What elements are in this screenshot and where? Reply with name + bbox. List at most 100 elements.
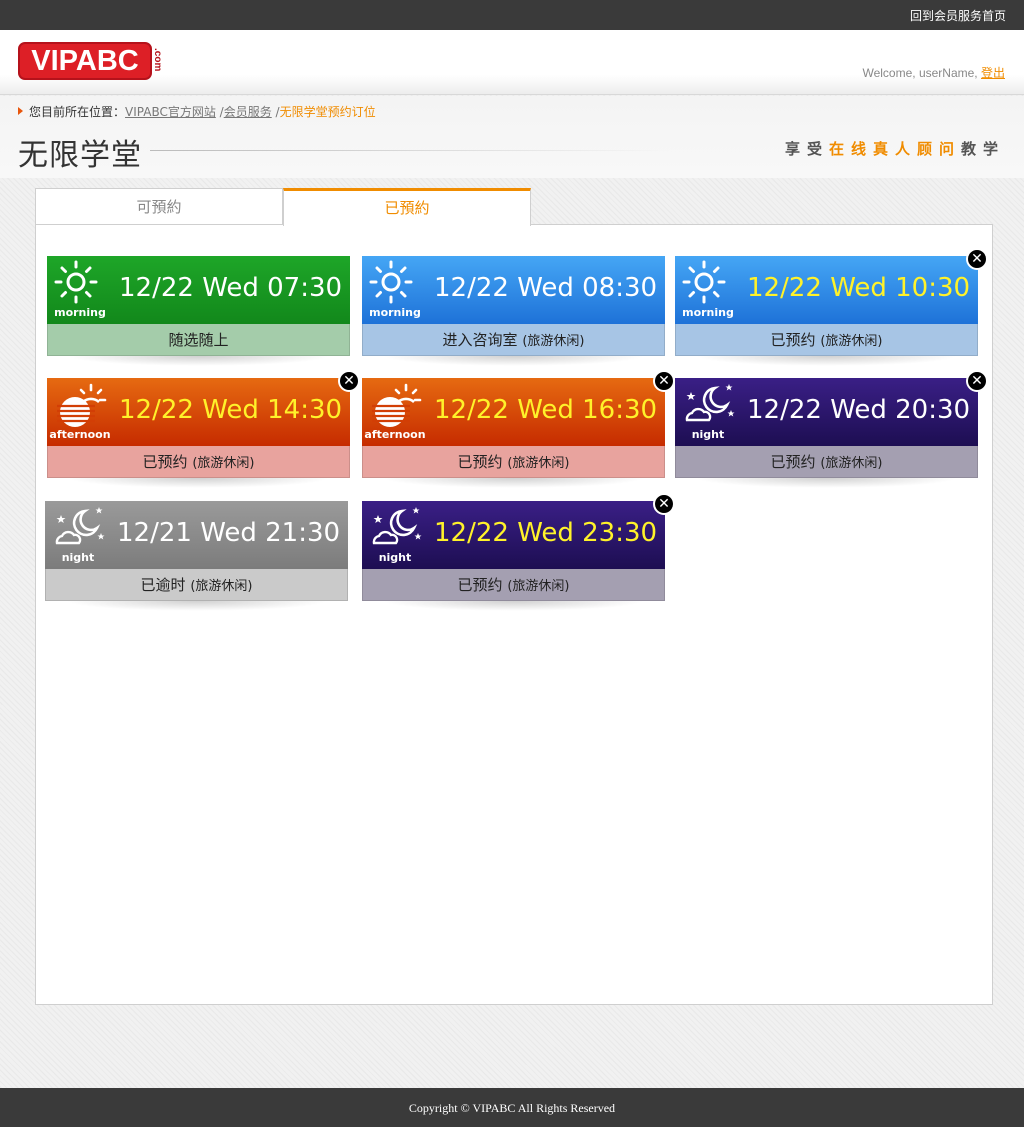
card-status-bar[interactable]: 已预约 (旅游休闲) bbox=[675, 446, 978, 478]
cancel-booking-close-icon[interactable]: ✕ bbox=[966, 248, 988, 270]
card-shadow bbox=[65, 601, 328, 611]
period-label: morning bbox=[54, 306, 106, 319]
sun-icon bbox=[368, 260, 424, 306]
slogan: 享受在线真人顾问教学 bbox=[784, 140, 1005, 158]
topic-note: (旅游休闲) bbox=[522, 334, 585, 349]
title-divider bbox=[150, 150, 670, 151]
session-time: 12/22 Wed 16:30 bbox=[434, 395, 658, 425]
arrow-right-icon bbox=[18, 107, 23, 115]
breadcrumb-prefix: 您目前所在位置： bbox=[29, 105, 126, 119]
session-time: 12/22 Wed 20:30 bbox=[747, 395, 971, 425]
session-time: 12/22 Wed 10:30 bbox=[747, 273, 971, 303]
card-shadow bbox=[382, 356, 645, 366]
status-text: 已预约 bbox=[770, 453, 816, 471]
period-label: morning bbox=[682, 306, 734, 319]
booking-card[interactable]: afternoon 12/22 Wed 14:30 已预约 (旅游休闲) ✕ bbox=[47, 370, 360, 488]
card-status-bar[interactable]: 已预约 (旅游休闲) bbox=[362, 569, 665, 601]
session-time: 12/22 Wed 14:30 bbox=[119, 395, 343, 425]
card-status-bar[interactable]: 已逾时 (旅游休闲) bbox=[45, 569, 348, 601]
top-bar: 回到会员服务首页 bbox=[0, 0, 1024, 30]
sunset-icon bbox=[368, 382, 424, 428]
welcome-text: Welcome, userName, bbox=[862, 66, 978, 80]
card-header: morning 12/22 Wed 10:30 bbox=[675, 256, 978, 324]
topic-note: (旅游休闲) bbox=[820, 456, 883, 471]
cancel-booking-close-icon[interactable]: ✕ bbox=[966, 370, 988, 392]
logo-suffix: .com bbox=[152, 48, 163, 72]
topic-note: (旅游休闲) bbox=[820, 334, 883, 349]
card-status-bar[interactable]: 已预约 (旅游休闲) bbox=[47, 446, 350, 478]
status-text: 已预约 bbox=[142, 453, 188, 471]
status-text: 已预约 bbox=[457, 576, 503, 594]
period-label: morning bbox=[369, 306, 421, 319]
period-label: night bbox=[378, 551, 412, 564]
subheader: 您目前所在位置：VIPABC官方网站 /会员服务 /无限学堂预约订位 无限学堂 … bbox=[0, 96, 1024, 178]
breadcrumb: 您目前所在位置：VIPABC官方网站 /会员服务 /无限学堂预约订位 bbox=[18, 103, 376, 120]
card-status-bar[interactable]: 已预约 (旅游休闲) bbox=[675, 324, 978, 356]
header: VIPABC .com Welcome, userName, 登出 bbox=[0, 30, 1024, 95]
card-header: afternoon 12/22 Wed 14:30 bbox=[47, 378, 350, 446]
session-time: 12/22 Wed 08:30 bbox=[434, 273, 658, 303]
booked-panel: morning 12/22 Wed 07:30 随选随上 morning 12/22 W… bbox=[35, 224, 993, 1005]
status-text: 随选随上 bbox=[168, 331, 229, 349]
booking-card[interactable]: afternoon 12/22 Wed 16:30 已预约 (旅游休闲) ✕ bbox=[362, 370, 675, 488]
sun-icon bbox=[53, 260, 109, 306]
sun-icon bbox=[681, 260, 737, 306]
card-header: morning 12/22 Wed 07:30 bbox=[47, 256, 350, 324]
sunset-icon bbox=[53, 382, 109, 428]
status-text: 进入咨询室 bbox=[442, 331, 518, 349]
card-shadow bbox=[695, 478, 958, 488]
booking-card[interactable]: morning 12/22 Wed 07:30 随选随上 bbox=[47, 256, 350, 366]
card-shadow bbox=[382, 478, 645, 488]
period-label: afternoon bbox=[364, 428, 426, 441]
card-status-bar[interactable]: 随选随上 bbox=[47, 324, 350, 356]
tab-available[interactable]: 可預約 bbox=[35, 188, 283, 225]
card-status-bar[interactable]: 已预约 (旅游休闲) bbox=[362, 446, 665, 478]
booking-card[interactable]: morning 12/22 Wed 10:30 已预约 (旅游休闲) ✕ bbox=[675, 248, 988, 366]
status-text: 已预约 bbox=[770, 331, 816, 349]
breadcrumb-home-link[interactable]: VIPABC官方网站 bbox=[125, 105, 216, 119]
session-time: 12/21 Wed 21:30 bbox=[117, 518, 341, 548]
moon-icon bbox=[681, 382, 737, 428]
vipabc-logo[interactable]: VIPABC .com bbox=[18, 42, 163, 80]
moon-icon bbox=[51, 505, 107, 551]
topic-note: (旅游休闲) bbox=[507, 579, 570, 594]
booking-card[interactable]: night 12/22 Wed 23:30 已预约 (旅游休闲) ✕ bbox=[362, 493, 675, 611]
card-header: morning 12/22 Wed 08:30 bbox=[362, 256, 665, 324]
cancel-booking-close-icon[interactable]: ✕ bbox=[653, 370, 675, 392]
footer: Copyright © VIPABC All Rights Reserved bbox=[0, 1088, 1024, 1127]
breadcrumb-member-link[interactable]: 会员服务 bbox=[224, 105, 272, 119]
cancel-booking-close-icon[interactable]: ✕ bbox=[338, 370, 360, 392]
card-header: night 12/22 Wed 20:30 bbox=[675, 378, 978, 446]
member-home-link[interactable]: 回到会员服务首页 bbox=[910, 7, 1006, 24]
logout-link[interactable]: 登出 bbox=[981, 66, 1005, 80]
tab-booked[interactable]: 已預約 bbox=[283, 188, 531, 226]
welcome-area: Welcome, userName, 登出 bbox=[862, 64, 1005, 81]
booking-card[interactable]: night 12/22 Wed 20:30 已预约 (旅游休闲) ✕ bbox=[675, 370, 988, 488]
period-label: night bbox=[691, 428, 725, 441]
session-time: 12/22 Wed 07:30 bbox=[119, 273, 343, 303]
topic-note: (旅游休闲) bbox=[192, 456, 255, 471]
moon-icon bbox=[368, 505, 424, 551]
topic-note: (旅游休闲) bbox=[190, 579, 253, 594]
topic-note: (旅游休闲) bbox=[507, 456, 570, 471]
status-text: 已逾时 bbox=[140, 576, 186, 594]
card-shadow bbox=[382, 601, 645, 611]
status-text: 已预约 bbox=[457, 453, 503, 471]
card-shadow bbox=[695, 356, 958, 366]
logo-text: VIPABC bbox=[31, 45, 139, 77]
page-title: 无限学堂 bbox=[18, 138, 142, 173]
booking-card[interactable]: night 12/21 Wed 21:30 已逾时 (旅游休闲) bbox=[45, 501, 348, 611]
booking-card[interactable]: morning 12/22 Wed 08:30 进入咨询室 (旅游休闲) bbox=[362, 256, 665, 366]
card-header: afternoon 12/22 Wed 16:30 bbox=[362, 378, 665, 446]
session-time: 12/22 Wed 23:30 bbox=[434, 518, 658, 548]
period-label: afternoon bbox=[49, 428, 111, 441]
card-status-bar[interactable]: 进入咨询室 (旅游休闲) bbox=[362, 324, 665, 356]
cancel-booking-close-icon[interactable]: ✕ bbox=[653, 493, 675, 515]
card-header: night 12/21 Wed 21:30 bbox=[45, 501, 348, 569]
booking-tabs: 可預約 已預約 bbox=[35, 188, 535, 226]
breadcrumb-current: 无限学堂预约订位 bbox=[279, 105, 376, 119]
card-shadow bbox=[67, 356, 330, 366]
period-label: night bbox=[61, 551, 95, 564]
copyright-text: Copyright © VIPABC All Rights Reserved bbox=[408, 1101, 616, 1115]
card-header: night 12/22 Wed 23:30 bbox=[362, 501, 665, 569]
